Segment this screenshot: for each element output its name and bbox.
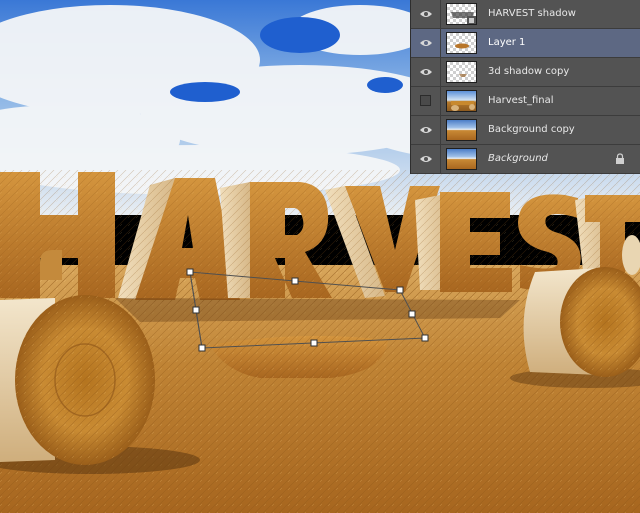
layer-name[interactable]: 3d shadow copy <box>488 66 569 77</box>
layer-name[interactable]: HARVEST shadow <box>488 8 576 19</box>
letters-cast-shadow <box>115 298 520 322</box>
transform-handle-bottom-right[interactable] <box>421 334 429 342</box>
visibility-toggle[interactable] <box>411 58 441 86</box>
layer-name[interactable]: Background copy <box>488 124 575 135</box>
visibility-toggle[interactable] <box>411 145 441 173</box>
transform-handle-left[interactable] <box>192 306 200 314</box>
eye-icon <box>420 127 432 133</box>
layer-name[interactable]: Layer 1 <box>488 37 525 48</box>
layers-panel: HARVEST shadow Layer 1 3d shadow copy Ha… <box>410 0 640 174</box>
layer-thumbnail[interactable] <box>446 3 477 25</box>
eye-icon <box>420 69 432 75</box>
layer-thumbnail[interactable] <box>446 61 477 83</box>
photoshop-workspace: HARVEST shadow Layer 1 3d shadow copy Ha… <box>0 0 640 513</box>
transform-handle-top-right[interactable] <box>396 286 404 294</box>
hidden-visibility-box <box>420 95 431 106</box>
visibility-toggle[interactable] <box>411 87 441 115</box>
layer-row-layer-1[interactable]: Layer 1 <box>411 29 640 58</box>
eye-icon <box>420 156 432 162</box>
transform-handle-top-left[interactable] <box>186 268 194 276</box>
layer-thumbnail[interactable] <box>446 90 477 112</box>
layer-thumbnail[interactable] <box>446 32 477 54</box>
transform-handle-bottom[interactable] <box>310 339 318 347</box>
lock-icon <box>616 153 624 164</box>
eye-icon <box>420 40 432 46</box>
layer-name[interactable]: Harvest_final <box>488 95 554 106</box>
transform-handle-bottom-left[interactable] <box>198 344 206 352</box>
layer-row-background[interactable]: Background <box>411 145 640 174</box>
layer-row-harvest-shadow[interactable]: HARVEST shadow <box>411 0 640 29</box>
visibility-toggle[interactable] <box>411 116 441 144</box>
layer-row-harvest-final[interactable]: Harvest_final <box>411 87 640 116</box>
layer-thumbnail[interactable] <box>446 148 477 170</box>
layer-thumbnail[interactable] <box>446 119 477 141</box>
transform-handle-right[interactable] <box>408 310 416 318</box>
eye-icon <box>420 11 432 17</box>
visibility-toggle[interactable] <box>411 0 441 28</box>
visibility-toggle[interactable] <box>411 29 441 57</box>
layer-name[interactable]: Background <box>488 153 548 164</box>
layer-row-background-copy[interactable]: Background copy <box>411 116 640 145</box>
layer-row-3d-shadow-copy[interactable]: 3d shadow copy <box>411 58 640 87</box>
transform-handle-top[interactable] <box>291 277 299 285</box>
